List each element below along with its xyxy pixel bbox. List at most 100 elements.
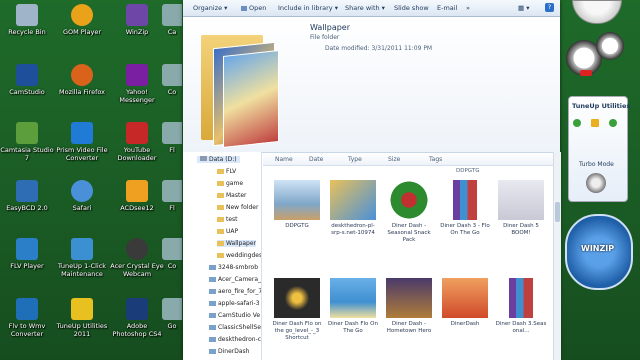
winzip-shortcut[interactable]: WinZip [110, 4, 164, 36]
yahoo-messenger-shortcut[interactable]: Yahoo! Messenger [110, 64, 164, 104]
file-item[interactable]: Diner Dash Flo On The Go [327, 278, 379, 335]
clock-gadget[interactable] [572, 0, 622, 24]
partial-icon [162, 4, 182, 26]
email-button[interactable]: E-mail [437, 4, 457, 12]
nav-file-item[interactable]: aero_fire_for_7 [209, 288, 261, 295]
cpu-meter-gadget[interactable] [566, 30, 628, 84]
easybcd-shortcut[interactable]: EasyBCD 2.0 [0, 180, 54, 212]
flv-player-icon [16, 238, 38, 260]
file-label: Diner Dash 5 BOOM! [503, 223, 539, 236]
desktop-icon-label: EasyBCD 2.0 [6, 204, 48, 212]
photoshop-shortcut[interactable]: Adobe Photoshop CS4 [110, 298, 164, 338]
nav-file-item[interactable]: DinerDash [209, 348, 249, 355]
column-size[interactable]: Size [388, 156, 400, 163]
file-icon [209, 289, 216, 294]
flv-wmv-converter-shortcut[interactable]: Flv to Wmv Converter [0, 298, 54, 338]
nav-file-item[interactable]: 3248-smbrob [209, 264, 258, 271]
flv-player-shortcut[interactable]: FLV Player [0, 238, 54, 270]
file-item[interactable]: Diner Dash Flo on the go_level_-_3 Short… [271, 278, 323, 342]
nav-folder-item[interactable]: test [217, 216, 238, 223]
nav-folder-item[interactable]: FLV [217, 168, 236, 175]
nav-file-item[interactable]: Acer_Camera_ [209, 276, 261, 283]
column-name[interactable]: Name [275, 156, 293, 163]
desktop-icon-label: Mozilla Firefox [59, 88, 105, 96]
camtasia-shortcut[interactable]: Camtasia Studio 7 [0, 122, 54, 162]
safari-shortcut[interactable]: Safari [55, 180, 109, 212]
tuneup-gadget-title: TuneUp Utilities [572, 102, 631, 110]
drive-label: Data (D:) [209, 156, 237, 163]
details-pane: Wallpaper File folder Date modified: 3/3… [183, 17, 560, 153]
folder-icon [217, 181, 224, 186]
nav-file-item[interactable]: deskthedron-c [209, 336, 261, 343]
column-type[interactable]: Type [348, 156, 362, 163]
explorer-window: Organize ▾ Open Include in library ▾ Sha… [183, 0, 561, 360]
nav-folder-item[interactable]: weddingdesh [217, 252, 261, 259]
gom-player-shortcut[interactable]: GOM Player [55, 4, 109, 36]
file-item[interactable]: deskthedron-pl-srp-s.net-10974 [327, 180, 379, 237]
partial-shortcut[interactable]: Fl [162, 122, 182, 154]
partial-shortcut[interactable]: Co [162, 64, 182, 96]
nav-file-item[interactable]: CamStudio Ve [209, 312, 260, 319]
partial-shortcut[interactable]: Go [162, 298, 182, 330]
nav-folder-item[interactable]: Master [217, 192, 247, 199]
warning-icon [591, 119, 599, 127]
nav-folder-item[interactable]: game [217, 180, 243, 187]
file-item[interactable]: Diner Dash 3.Seas onal... [495, 278, 547, 335]
view-options-icon[interactable]: ▦ ▾ [518, 4, 529, 12]
desktop-icon-label: ACDsee12 [120, 204, 154, 212]
desktop-icon-label: WinZip [125, 28, 149, 36]
vertical-scrollbar[interactable] [553, 152, 561, 360]
winrar-archive-icon [509, 278, 533, 318]
tuneup-maintenance-shortcut[interactable]: TuneUp 1-Click Maintenance [55, 238, 109, 278]
recycle-bin-icon [16, 4, 38, 26]
tuneup-gadget[interactable]: TuneUp Utilities Turbo Mode [568, 96, 631, 202]
partial-shortcut[interactable]: Co [162, 238, 182, 270]
file-item[interactable]: Diner Dash - Hometown Hero [383, 278, 435, 335]
column-date[interactable]: Date [309, 156, 323, 163]
file-item[interactable]: Diner Dash 3 - Flo On The Go [439, 180, 491, 237]
drive-item[interactable]: Data (D:) [197, 156, 240, 163]
file-icon [209, 265, 216, 270]
file-label: Diner Dash - Seasonal Snack Pack [387, 223, 431, 243]
partial-shortcut[interactable]: Fl [162, 180, 182, 212]
selected-item-type: File folder [310, 34, 340, 41]
slide-show-button[interactable]: Slide show [394, 4, 429, 12]
open-button[interactable]: Open [241, 4, 266, 12]
column-tags[interactable]: Tags [429, 156, 442, 163]
turbo-mode-label: Turbo Mode [579, 161, 614, 168]
scrollbar-thumb[interactable] [555, 202, 560, 222]
nav-folder-item[interactable]: UAP [217, 228, 238, 235]
file-item[interactable]: DDPGTG [271, 180, 323, 230]
nav-file-label: apple-safari-3 [218, 300, 260, 307]
nav-file-item[interactable]: ClassicShellSe [209, 324, 261, 331]
file-item[interactable]: Diner Dash - Seasonal Snack Pack [383, 180, 435, 244]
file-item[interactable]: DinerDash [439, 278, 491, 328]
nav-folder-item[interactable]: New folder [217, 204, 258, 211]
include-in-library-button[interactable]: Include in library ▾ [278, 4, 338, 12]
folder-icon [217, 241, 224, 246]
acdsee-shortcut[interactable]: ACDsee12 [110, 180, 164, 212]
prism-converter-shortcut[interactable]: Prism Video File Converter [55, 122, 109, 162]
selected-item-date-modified: Date modified: 3/31/2011 11:09 PM [325, 45, 433, 52]
webcam-shortcut[interactable]: Acer Crystal Eye Webcam [110, 238, 164, 278]
camstudio-shortcut[interactable]: CamStudio [0, 64, 54, 96]
file-item[interactable]: Diner Dash 5 BOOM! [495, 180, 547, 237]
organize-button[interactable]: Organize ▾ [193, 4, 227, 12]
recycle-bin-shortcut[interactable]: Recycle Bin [0, 4, 54, 36]
nav-folder-item-selected[interactable]: Wallpaper [217, 240, 257, 247]
nav-file-item[interactable]: apple-safari-3 [209, 300, 260, 307]
partial-icon [162, 238, 182, 260]
help-icon[interactable]: ? [545, 3, 554, 12]
firefox-shortcut[interactable]: Mozilla Firefox [55, 64, 109, 96]
youtube-downloader-shortcut[interactable]: YouTube Downloader [110, 122, 164, 162]
winzip-icon [126, 4, 148, 26]
share-with-button[interactable]: Share with ▾ [345, 4, 385, 12]
winzip-gadget[interactable]: WINZIP [565, 214, 633, 290]
partial-shortcut[interactable]: Ca [162, 4, 182, 36]
desktop-icon-label: Flv to Wmv Converter [8, 322, 46, 338]
desktop-icon-label: Fl [169, 204, 175, 212]
more-button[interactable]: » [466, 4, 470, 12]
turbo-mode-toggle[interactable] [586, 173, 606, 193]
check-icon [609, 119, 617, 127]
tuneup-utilities-shortcut[interactable]: TuneUp Utilities 2011 [55, 298, 109, 338]
